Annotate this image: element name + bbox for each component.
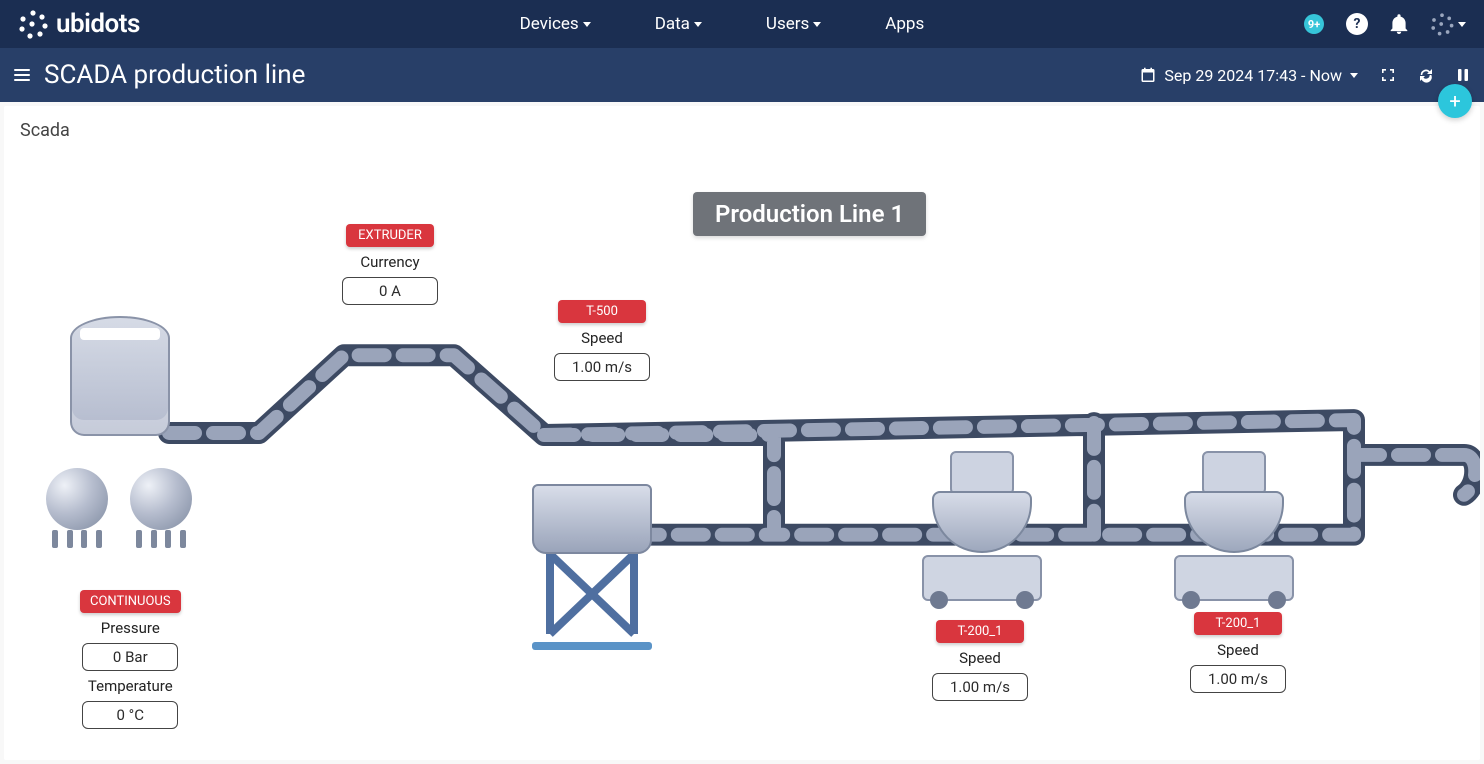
widget-continuous[interactable]: CONTINUOUS Pressure 0 Bar Temperature 0 … [80, 590, 181, 729]
calendar-icon [1140, 67, 1156, 83]
bell-icon[interactable] [1390, 14, 1408, 34]
var-label: Pressure [101, 619, 160, 637]
widget-t200-b[interactable]: T-200_1 Speed 1.00 m/s [1190, 612, 1286, 693]
nav-data-label: Data [655, 14, 690, 34]
dashboard-canvas: Scada Production Line 1 [4, 106, 1480, 760]
date-range-picker[interactable]: Sep 29 2024 17:43 - Now [1140, 66, 1358, 85]
date-range-text: Sep 29 2024 17:43 - Now [1164, 66, 1342, 85]
widget-t200-a[interactable]: T-200_1 Speed 1.00 m/s [932, 620, 1028, 701]
profile-icon [1430, 12, 1454, 36]
widget-extruder[interactable]: EXTRUDER Currency 0 A [342, 224, 438, 305]
menu-icon[interactable] [14, 69, 30, 81]
nav-apps-label: Apps [885, 14, 924, 34]
nav-right: 9+ ? [1304, 12, 1466, 36]
nav-devices-label: Devices [520, 14, 579, 34]
caret-down-icon [1350, 73, 1358, 78]
value-box: 0 A [342, 277, 438, 305]
brand-name: ubidots [56, 9, 140, 39]
value-box: 1.00 m/s [932, 673, 1028, 701]
mixer-tower [532, 484, 652, 650]
nav-devices[interactable]: Devices [520, 14, 591, 34]
nav-center: Devices Data Users Apps [140, 14, 1304, 34]
storage-tank [70, 316, 170, 436]
top-nav: ubidots Devices Data Users Apps 9+ ? [0, 0, 1484, 48]
caret-down-icon [813, 22, 821, 27]
breadcrumb: Scada [20, 120, 70, 141]
value-box: 1.00 m/s [554, 353, 650, 381]
add-widget-button[interactable]: + [1438, 84, 1472, 118]
var-label: Speed [1217, 641, 1259, 659]
var-label: Temperature [88, 677, 173, 695]
machine-t200-b [1174, 451, 1294, 601]
var-label: Currency [360, 253, 419, 271]
nav-apps[interactable]: Apps [885, 14, 924, 34]
device-badge: T-500 [558, 300, 646, 323]
dashboard-title: SCADA production line [44, 60, 305, 90]
sphere-tank-2 [126, 468, 196, 548]
logo-dots-icon [18, 9, 48, 39]
canvas-title: Production Line 1 [693, 192, 926, 236]
device-badge: T-200_1 [1194, 612, 1282, 635]
widget-t500[interactable]: T-500 Speed 1.00 m/s [554, 300, 650, 381]
device-badge: EXTRUDER [346, 224, 434, 247]
caret-down-icon [583, 22, 591, 27]
var-label: Speed [581, 329, 623, 347]
sphere-tank-1 [42, 468, 112, 548]
dashboard-subheader: SCADA production line Sep 29 2024 17:43 … [0, 48, 1484, 102]
nav-users[interactable]: Users [766, 14, 821, 34]
value-box: 1.00 m/s [1190, 665, 1286, 693]
nav-data[interactable]: Data [655, 14, 702, 34]
device-badge: T-200_1 [936, 620, 1024, 643]
nav-users-label: Users [766, 14, 809, 34]
device-badge: CONTINUOUS [80, 590, 181, 613]
fullscreen-icon[interactable] [1380, 67, 1396, 83]
var-label: Speed [959, 649, 1001, 667]
notification-count-badge[interactable]: 9+ [1304, 14, 1324, 34]
value-box: 0 Bar [82, 643, 178, 671]
help-icon[interactable]: ? [1346, 13, 1368, 35]
machine-t200-a [922, 451, 1042, 601]
value-box: 0 °C [82, 701, 178, 729]
pause-icon[interactable] [1456, 67, 1470, 83]
brand-logo[interactable]: ubidots [18, 9, 140, 39]
refresh-icon[interactable] [1418, 67, 1434, 83]
caret-down-icon [694, 22, 702, 27]
caret-down-icon [1458, 22, 1466, 27]
profile-menu[interactable] [1430, 12, 1466, 36]
